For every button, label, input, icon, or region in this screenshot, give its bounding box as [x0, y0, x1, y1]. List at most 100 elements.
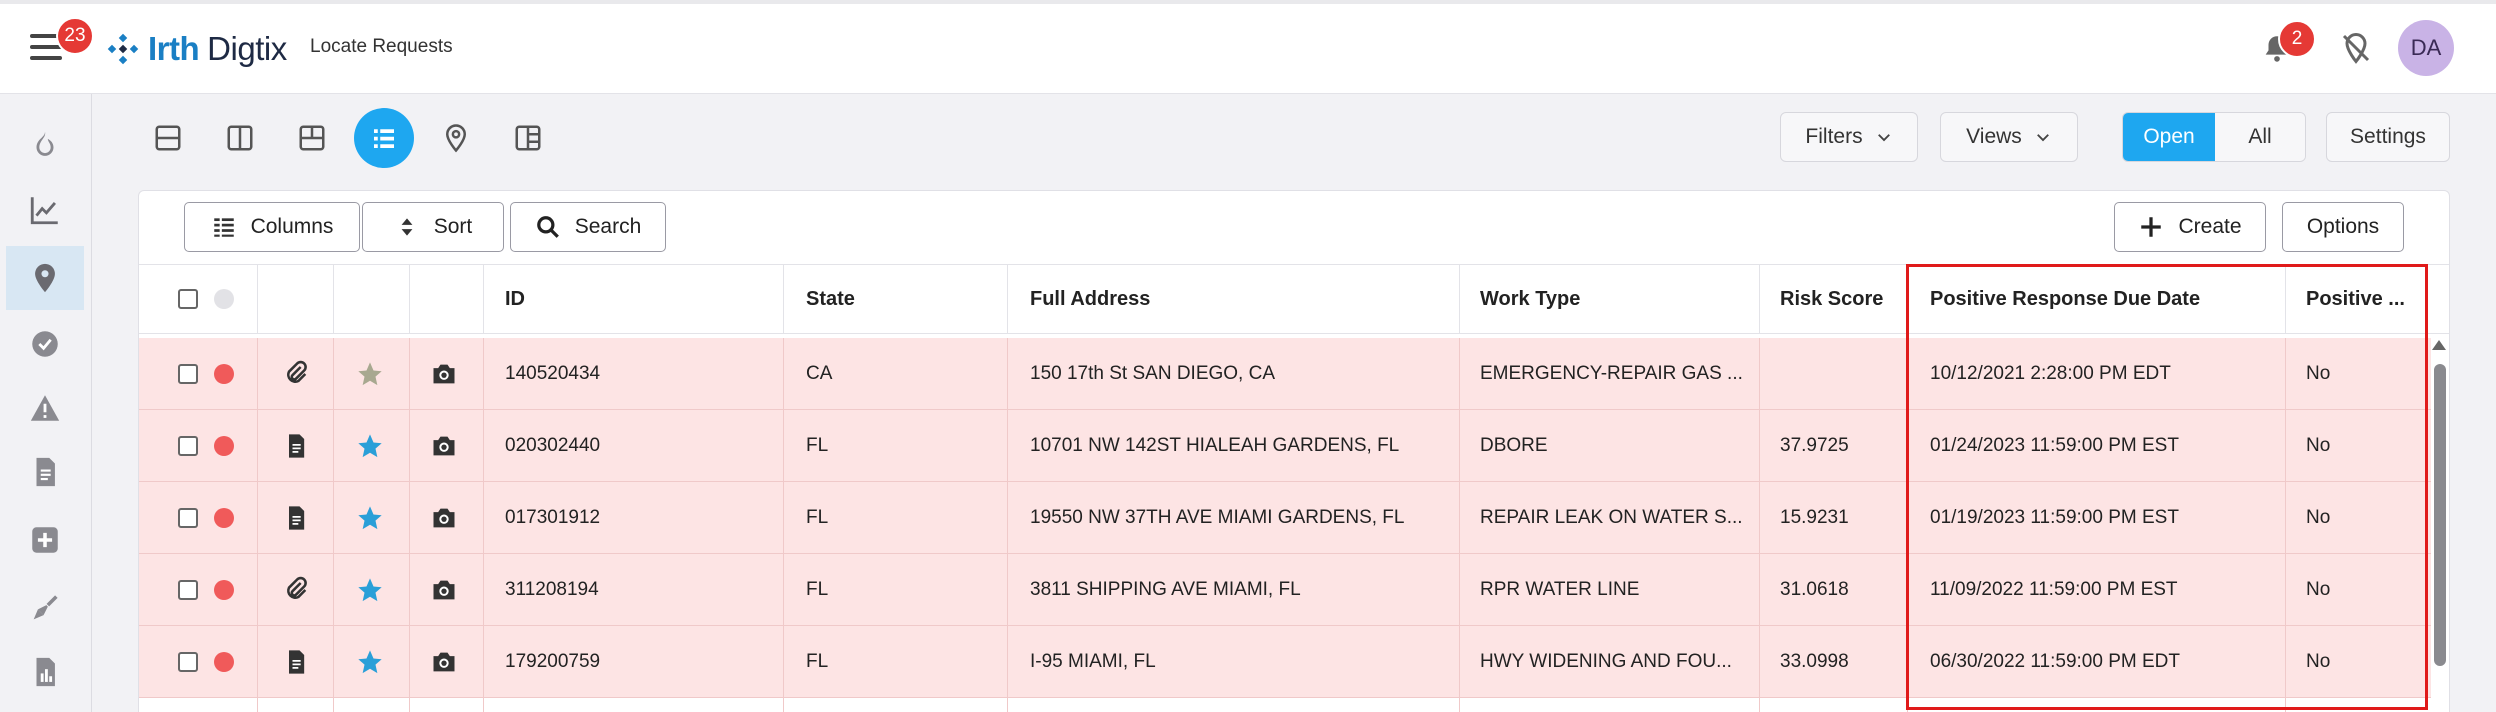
- header-positive-response-due-date[interactable]: Positive Response Due Date: [1930, 264, 2200, 334]
- trend-chart-icon: [30, 197, 58, 225]
- column-divider: [1459, 338, 1460, 712]
- select-all-checkbox[interactable]: [178, 264, 198, 334]
- document-icon[interactable]: [282, 626, 310, 698]
- shovel-icon: [33, 595, 58, 620]
- sidebar-item-dig[interactable]: [6, 576, 84, 640]
- cell-risk-score: 15.9231: [1780, 507, 1849, 528]
- cell-work-type: DBORE: [1480, 435, 1548, 456]
- sidebar-item-documents[interactable]: [6, 440, 84, 504]
- cell-id[interactable]: 140520434: [505, 338, 600, 410]
- layout-grid-icon: [299, 125, 325, 151]
- row-checkbox[interactable]: [178, 338, 198, 410]
- row-checkbox[interactable]: [178, 482, 198, 554]
- camera-icon[interactable]: [430, 410, 458, 482]
- sidebar-item-alerts[interactable]: [6, 376, 84, 440]
- sidebar-item-trends[interactable]: [6, 178, 84, 242]
- star-icon[interactable]: [356, 482, 384, 554]
- view-map-button[interactable]: [426, 108, 486, 168]
- views-dropdown[interactable]: Views: [1940, 112, 2078, 162]
- notification-badge: 2: [2278, 20, 2316, 58]
- cell-due-date: 10/12/2021 2:28:00 PM EDT: [1930, 363, 2171, 384]
- paperclip-icon[interactable]: [282, 554, 310, 626]
- left-sidebar: [0, 94, 92, 712]
- column-divider: [483, 338, 484, 712]
- sidebar-item-completed[interactable]: [6, 312, 84, 376]
- open-all-toggle: Open All: [2122, 112, 2306, 162]
- cell-work-type: REPAIR LEAK ON WATER S...: [1480, 507, 1743, 528]
- status-dot: [214, 338, 234, 410]
- view-split-horizontal-button[interactable]: [138, 108, 198, 168]
- options-button[interactable]: Options: [2282, 202, 2404, 252]
- view-grid-button[interactable]: [282, 108, 342, 168]
- star-icon[interactable]: [356, 626, 384, 698]
- sort-button[interactable]: Sort: [362, 202, 504, 252]
- cell-id[interactable]: 020302440: [505, 410, 600, 482]
- search-button[interactable]: Search: [510, 202, 666, 252]
- header-work-type[interactable]: Work Type: [1480, 264, 1580, 334]
- sidebar-item-locates[interactable]: [6, 246, 84, 310]
- cell-full-address: 150 17th St SAN DIEGO, CA: [1030, 363, 1275, 384]
- camera-icon[interactable]: [430, 626, 458, 698]
- location-off-icon[interactable]: [2338, 30, 2374, 66]
- sort-label: Sort: [433, 215, 473, 238]
- logo-text-irth: Irth: [148, 30, 200, 67]
- view-detail-panel-button[interactable]: [498, 108, 558, 168]
- sort-icon: [401, 218, 413, 236]
- column-divider: [409, 338, 410, 712]
- columns-button[interactable]: Columns: [184, 202, 360, 252]
- cell-id[interactable]: 017301912: [505, 482, 600, 554]
- star-icon[interactable]: [356, 554, 384, 626]
- open-filter-button[interactable]: Open: [2123, 113, 2215, 161]
- document-icon[interactable]: [282, 410, 310, 482]
- star-icon[interactable]: [356, 338, 384, 410]
- create-button[interactable]: Create: [2114, 202, 2266, 252]
- paperclip-icon[interactable]: [282, 338, 310, 410]
- column-divider: [783, 338, 784, 712]
- app-logo[interactable]: Irth Digtix: [106, 30, 287, 68]
- star-icon[interactable]: [356, 410, 384, 482]
- header-risk-score[interactable]: Risk Score: [1780, 264, 1883, 334]
- document-icon: [36, 457, 55, 487]
- sidebar-item-reports[interactable]: [6, 640, 84, 704]
- cell-due-date: 01/24/2023 11:59:00 PM EST: [1930, 435, 2179, 456]
- camera-icon[interactable]: [430, 338, 458, 410]
- views-label: Views: [1966, 125, 2022, 148]
- vertical-scrollbar[interactable]: [2434, 364, 2446, 666]
- document-icon[interactable]: [282, 482, 310, 554]
- header-state[interactable]: State: [806, 264, 855, 334]
- cell-id[interactable]: 311208194: [505, 554, 599, 626]
- row-checkbox[interactable]: [178, 410, 198, 482]
- view-split-vertical-button[interactable]: [210, 108, 270, 168]
- all-filter-button[interactable]: All: [2215, 113, 2305, 161]
- cell-due-date: 11/09/2022 11:59:00 PM EST: [1930, 579, 2178, 600]
- settings-button[interactable]: Settings: [2326, 112, 2450, 162]
- map-pin-icon: [445, 124, 467, 153]
- camera-icon[interactable]: [430, 482, 458, 554]
- camera-icon[interactable]: [430, 554, 458, 626]
- cell-id[interactable]: 179200759: [505, 626, 600, 698]
- status-dot: [214, 554, 234, 626]
- plus-square-icon: [32, 527, 58, 553]
- sidebar-item-add[interactable]: [6, 508, 84, 572]
- sidebar-item-flame[interactable]: [6, 114, 84, 178]
- chevron-down-icon: [1877, 134, 1890, 142]
- cell-positive-response: No: [2306, 435, 2331, 456]
- column-divider: [257, 338, 258, 712]
- filters-dropdown[interactable]: Filters: [1780, 112, 1918, 162]
- cell-full-address: 3811 SHIPPING AVE MIAMI, FL: [1030, 579, 1301, 600]
- header-full-address[interactable]: Full Address: [1030, 264, 1150, 334]
- row-checkbox[interactable]: [178, 554, 198, 626]
- cell-risk-score: 31.0618: [1780, 579, 1849, 600]
- user-avatar[interactable]: DA: [2398, 20, 2454, 76]
- header-id[interactable]: ID: [505, 264, 525, 334]
- cell-positive-response: No: [2306, 579, 2331, 600]
- cell-work-type: EMERGENCY-REPAIR GAS ...: [1480, 363, 1743, 384]
- columns-icon: [213, 218, 234, 237]
- scroll-up-arrow[interactable]: [2432, 340, 2446, 350]
- view-list-button[interactable]: [354, 108, 414, 168]
- layout-sidebar-icon: [515, 125, 541, 151]
- cell-state: CA: [806, 363, 833, 384]
- logo-text-digtix: Digtix: [207, 30, 287, 67]
- header-positive-response[interactable]: Positive ...: [2306, 264, 2405, 334]
- row-checkbox[interactable]: [178, 626, 198, 698]
